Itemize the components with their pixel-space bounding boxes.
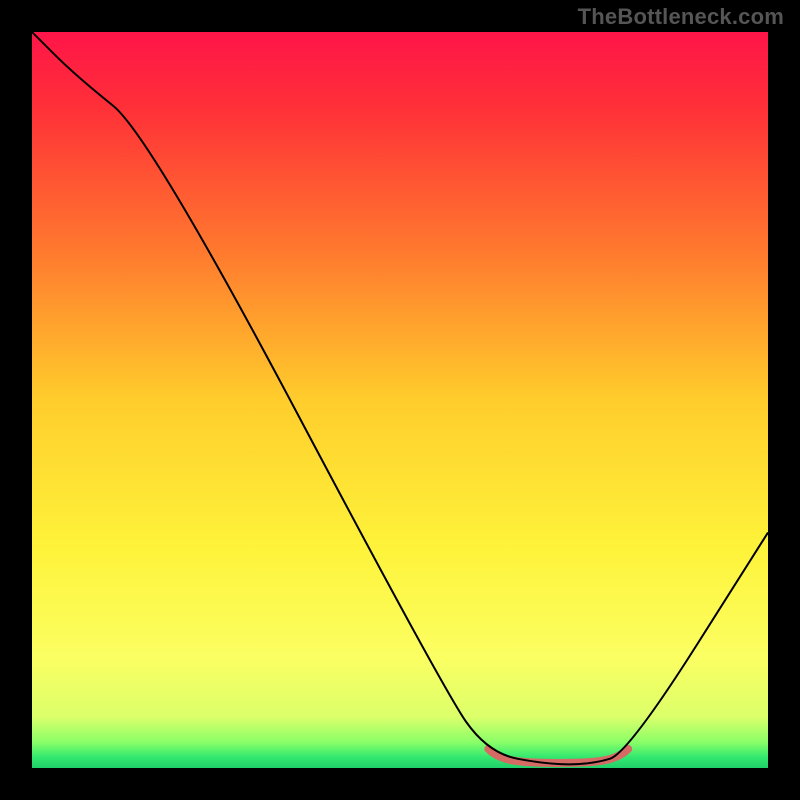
plot-area xyxy=(32,32,768,768)
chart-frame: TheBottleneck.com xyxy=(0,0,800,800)
chart-svg xyxy=(32,32,768,768)
watermark-text: TheBottleneck.com xyxy=(578,4,784,30)
